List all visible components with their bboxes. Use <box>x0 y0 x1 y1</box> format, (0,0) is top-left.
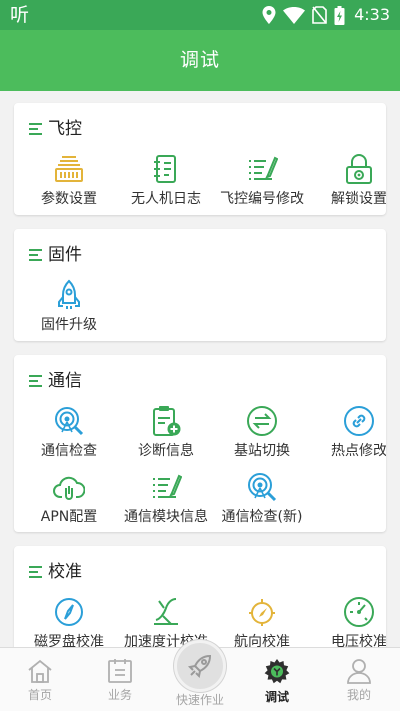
log-book-icon <box>154 155 176 183</box>
clock: 4:33 <box>354 5 390 24</box>
section-title: 固件 <box>48 245 82 265</box>
item-drone-log[interactable]: 无人机日志 <box>116 153 216 209</box>
bottom-navigation: 首页 业务 快速作业 调试 我的 <box>0 640 400 711</box>
item-communication-check[interactable]: 通信检查 <box>19 405 119 461</box>
item-compass-calibration[interactable]: 磁罗盘校准 <box>19 596 119 647</box>
notification-app-glyph: 听 <box>10 4 30 26</box>
section-title: 校准 <box>48 562 82 582</box>
item-label: 参数设置 <box>41 191 97 207</box>
tab-business[interactable]: 业务 <box>88 648 152 711</box>
calendar-icon <box>108 659 132 683</box>
item-hotspot-edit[interactable]: 热点修改 <box>309 405 386 461</box>
tab-label: 首页 <box>27 688 52 702</box>
item-communication-check-new[interactable]: 通信检查(新) <box>212 471 312 527</box>
item-label: 无人机日志 <box>131 191 201 207</box>
accelerometer-icon <box>154 598 178 625</box>
person-icon <box>347 659 371 684</box>
compass-icon <box>55 598 83 626</box>
location-icon <box>262 6 276 24</box>
battery-charging-icon <box>334 5 345 25</box>
item-label: 通信检查 <box>41 443 97 459</box>
item-label: 热点修改 <box>331 443 386 459</box>
item-parameter-settings[interactable]: 参数设置 <box>19 153 119 209</box>
signal-search-icon <box>248 473 277 502</box>
wifi-icon <box>283 6 306 24</box>
tab-mine[interactable]: 我的 <box>327 648 391 711</box>
rocket-icon <box>58 279 80 309</box>
item-label: 基站切换 <box>234 443 290 459</box>
edit-list-icon <box>153 474 182 498</box>
item-flight-control-id[interactable]: 飞控编号修改 <box>212 153 312 209</box>
item-label: 通信模块信息 <box>124 509 208 525</box>
fab-circle <box>174 640 226 692</box>
edit-list-icon <box>249 156 278 180</box>
section-header: 固件 <box>29 243 82 267</box>
list-icon <box>29 566 42 578</box>
item-unlock-settings[interactable]: 解锁设置 <box>309 153 386 209</box>
switch-arrows-icon <box>247 406 277 436</box>
system-icons: 4:33 <box>262 4 390 26</box>
list-icon <box>29 249 42 261</box>
link-icon <box>344 406 374 436</box>
rocket-fab-icon <box>187 654 212 679</box>
section-header: 通信 <box>29 369 82 393</box>
item-label: 固件升级 <box>41 317 97 333</box>
item-station-switch[interactable]: 基站切换 <box>212 405 312 461</box>
content-area[interactable]: 飞控 参数设置 无人机日志 飞控编号修改 解锁设置 固件 固件升级 通信 通信检… <box>0 91 400 647</box>
item-label: 磁罗盘校准 <box>34 634 104 647</box>
clipboard-add-icon <box>153 406 181 436</box>
page-title: 调试 <box>179 49 220 71</box>
item-voltage-calibration[interactable]: 电压校准 <box>309 596 386 647</box>
item-label: 诊断信息 <box>138 443 194 459</box>
item-label: 通信检查(新) <box>221 509 303 525</box>
tab-label: 调试 <box>264 690 289 704</box>
tab-debug[interactable]: 调试 <box>245 648 309 711</box>
section-card-firmware: 固件 固件升级 <box>14 229 386 341</box>
section-header: 飞控 <box>29 117 82 141</box>
tab-label: 业务 <box>107 688 132 702</box>
section-card-flight-control: 飞控 参数设置 无人机日志 飞控编号修改 解锁设置 <box>14 103 386 215</box>
item-firmware-upgrade[interactable]: 固件升级 <box>19 279 119 335</box>
list-icon <box>29 123 42 135</box>
quick-operation-button[interactable]: 快速作业 <box>170 640 230 708</box>
section-title: 飞控 <box>48 119 82 139</box>
section-card-calibration: 校准 磁罗盘校准 加速度计校准 航向校准 电压校准 <box>14 546 386 647</box>
tab-label: 快速作业 <box>175 693 224 707</box>
home-icon <box>28 659 52 683</box>
section-card-communication: 通信 通信检查 诊断信息 基站切换 热点修改 APN配置 通信模块信息 通信检查… <box>14 355 386 532</box>
item-label: 解锁设置 <box>331 191 386 207</box>
section-header: 校准 <box>29 560 82 584</box>
app-bar: 调试 <box>0 30 400 91</box>
list-icon <box>29 375 42 387</box>
item-label: 飞控编号修改 <box>220 191 304 207</box>
status-bar: 听 4:33 <box>0 0 400 30</box>
parameters-icon <box>55 156 83 182</box>
section-title: 通信 <box>48 371 82 391</box>
item-module-info[interactable]: 通信模块信息 <box>116 471 216 527</box>
debug-gear-icon <box>264 659 290 684</box>
tab-label: 我的 <box>346 688 371 702</box>
no-sim-icon <box>312 6 327 24</box>
item-label: 电压校准 <box>331 634 386 647</box>
signal-search-icon <box>55 407 84 436</box>
unlock-icon <box>346 154 372 184</box>
item-diagnostic-info[interactable]: 诊断信息 <box>116 405 216 461</box>
gauge-icon <box>344 597 374 627</box>
tab-home[interactable]: 首页 <box>8 648 72 711</box>
heading-icon <box>249 599 275 626</box>
item-apn-config[interactable]: APN配置 <box>19 471 119 527</box>
item-label: APN配置 <box>40 509 98 525</box>
cloud-link-icon <box>53 476 85 500</box>
